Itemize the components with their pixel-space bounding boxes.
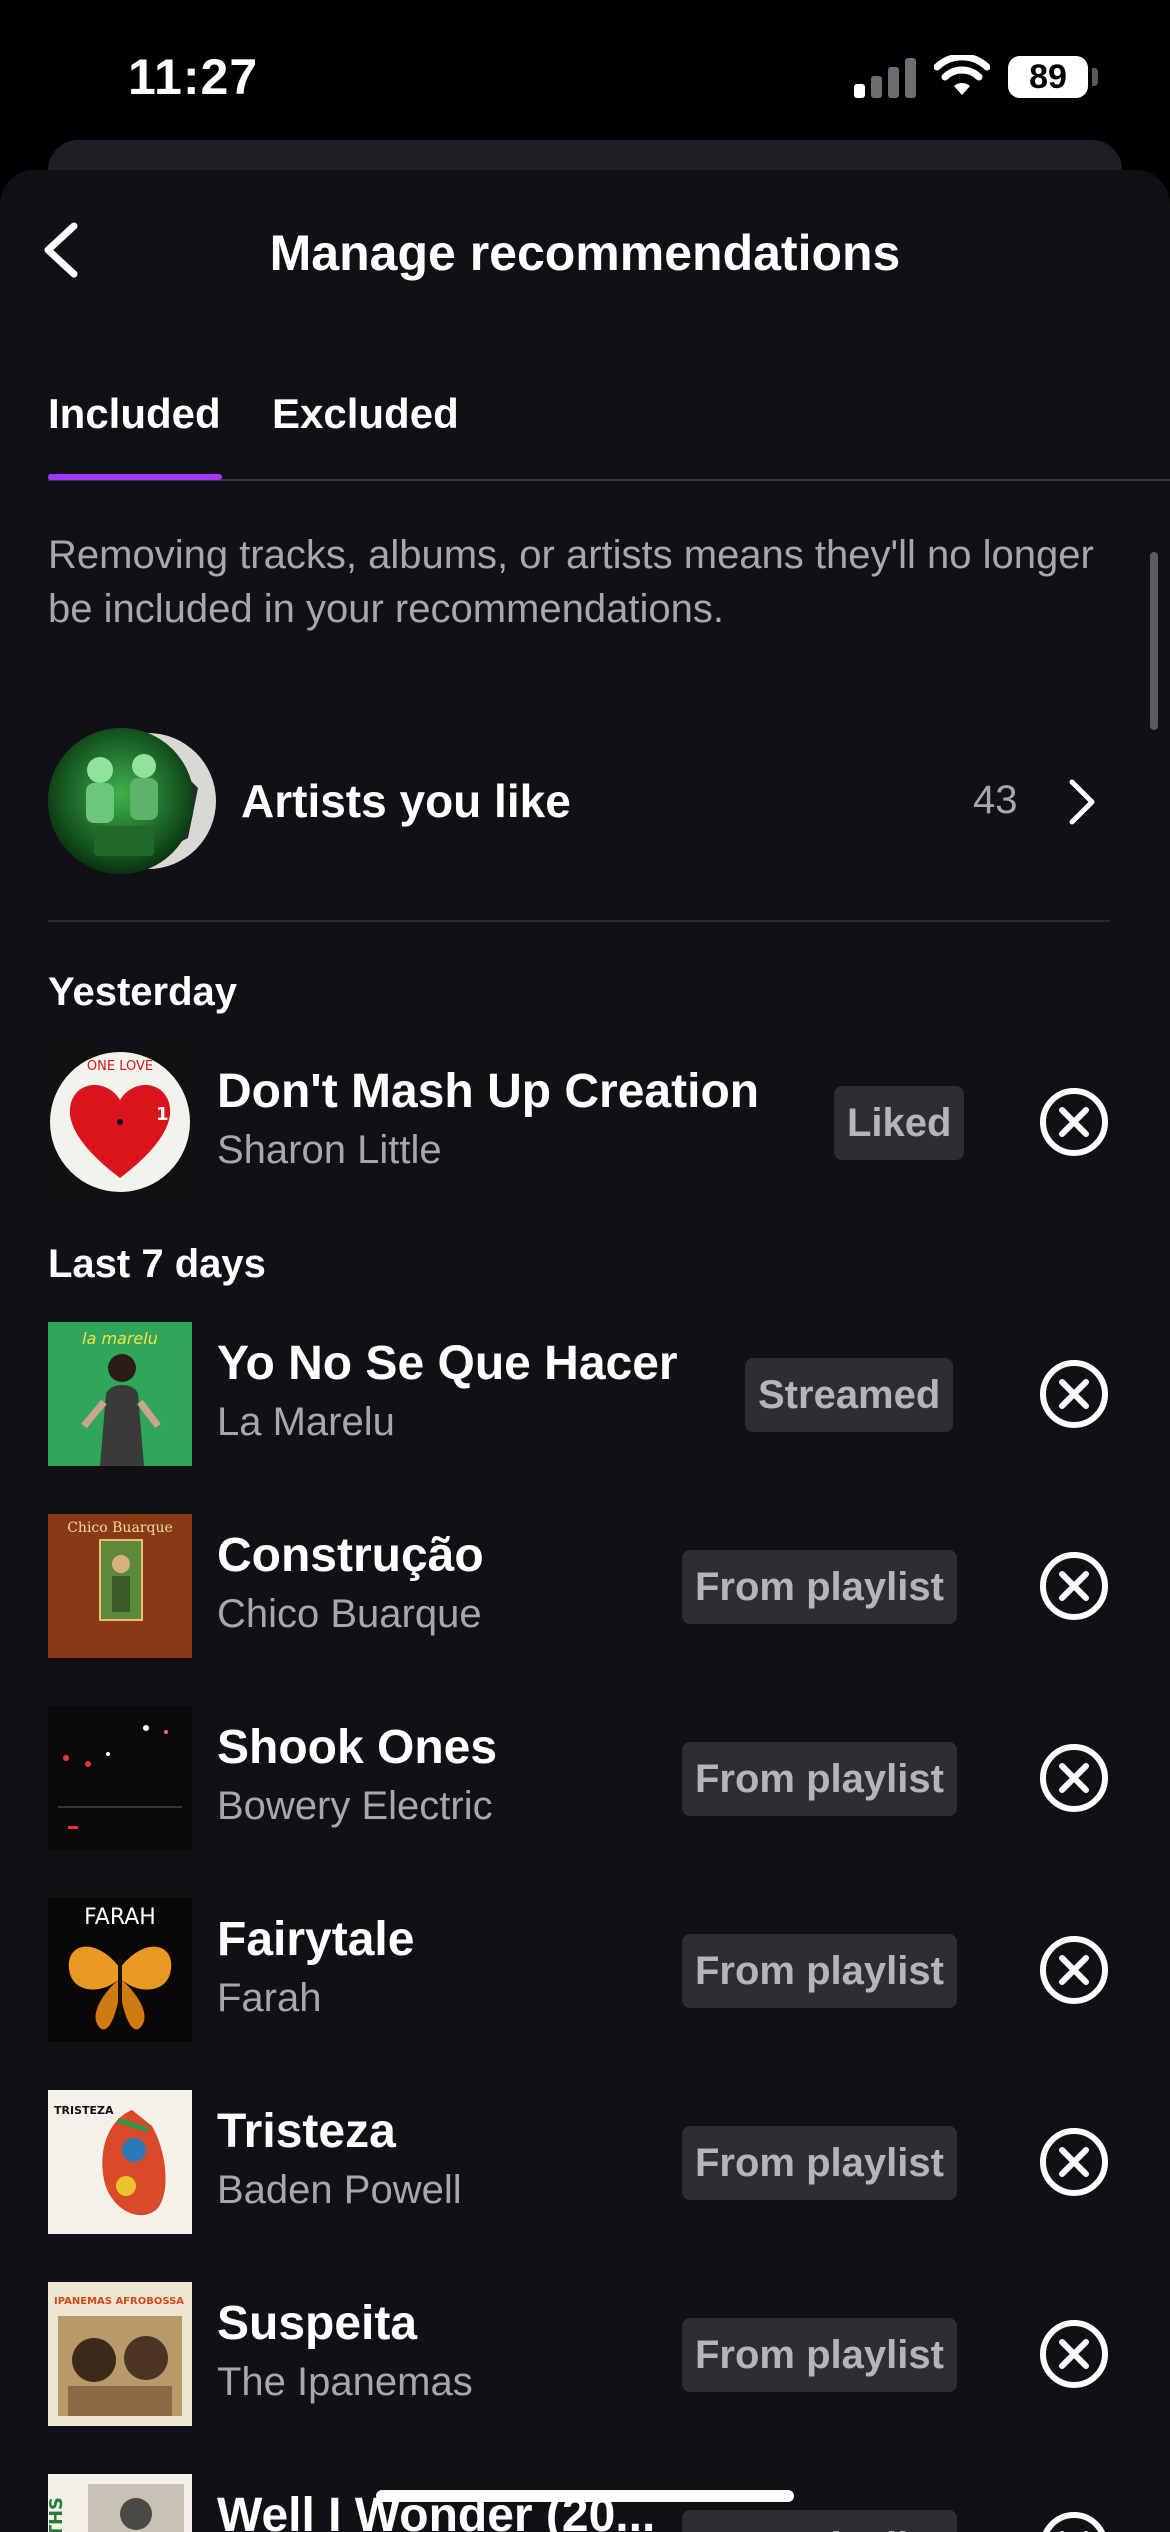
artists-you-like-label: Artists you like bbox=[241, 775, 571, 827]
track-artist: Farah bbox=[217, 1976, 322, 2020]
album-art: Chico Buarque bbox=[48, 1514, 192, 1658]
track-title: Don't Mash Up Creation bbox=[217, 1065, 760, 1118]
remove-circle-x-icon[interactable] bbox=[1038, 1742, 1110, 1814]
source-tag: Liked bbox=[834, 1086, 965, 1160]
album-art-text: FARAH bbox=[84, 1905, 156, 1930]
source-tag: Streamed bbox=[745, 1358, 954, 1432]
album-art: ONE LOVE 1 bbox=[48, 1050, 192, 1194]
album-art-text: la marelu bbox=[82, 1329, 158, 1348]
track-row[interactable]: TRISTEZA Tristeza Baden Powell From play… bbox=[48, 2090, 1122, 2236]
status-bar: 11:27 89 bbox=[0, 0, 1170, 160]
track-title: Suspeita bbox=[217, 2297, 418, 2350]
page-title: Manage recommendations bbox=[269, 225, 901, 281]
source-tag: From playlist bbox=[682, 1550, 957, 1624]
source-tag: From playlist bbox=[682, 1742, 957, 1816]
source-tag: From playlist bbox=[682, 2318, 957, 2392]
track-row[interactable]: ONE LOVE 1 Don't Mash Up Creation Sharon… bbox=[48, 1050, 1122, 1196]
wifi-icon bbox=[934, 55, 990, 95]
album-art: la marelu bbox=[48, 1322, 192, 1466]
track-title: Construção bbox=[217, 1529, 484, 1582]
home-indicator[interactable] bbox=[376, 2490, 794, 2502]
artists-count: 43 bbox=[973, 778, 1018, 822]
track-title: Shook Ones bbox=[217, 1721, 498, 1774]
tab-included[interactable]: Included bbox=[48, 390, 221, 438]
scrollbar[interactable] bbox=[1150, 552, 1158, 730]
section-header-yesterday: Yesterday bbox=[48, 970, 238, 1014]
source-tag: From playlist bbox=[682, 2510, 957, 2532]
tab-excluded[interactable]: Excluded bbox=[272, 390, 459, 438]
album-art-text: IPANEMAS AFROBOSSA bbox=[54, 2296, 184, 2307]
album-art-text: TRISTEZA bbox=[54, 2104, 114, 2117]
album-art: ITHS bbox=[48, 2474, 192, 2532]
remove-circle-x-icon[interactable] bbox=[1038, 1086, 1110, 1158]
source-tag: From playlist bbox=[682, 2126, 957, 2200]
manage-recommendations-sheet: Manage recommendations Included Excluded… bbox=[0, 170, 1170, 2532]
track-row[interactable]: ITHS Well I Wonder (20... From playlist bbox=[48, 2474, 1122, 2532]
battery-tip bbox=[1092, 68, 1098, 86]
cellular-signal-icon bbox=[854, 58, 916, 98]
album-art-text: Chico Buarque bbox=[67, 1520, 173, 1536]
tab-active-indicator bbox=[48, 474, 222, 480]
remove-circle-x-icon[interactable] bbox=[1038, 1550, 1110, 1622]
section-header-last-7-days: Last 7 days bbox=[48, 1242, 266, 1286]
track-artist: Sharon Little bbox=[217, 1128, 442, 1172]
divider bbox=[48, 920, 1110, 922]
album-art: FARAH bbox=[48, 1898, 192, 2042]
track-row[interactable]: Shook Ones Bowery Electric From playlist bbox=[48, 1706, 1122, 1852]
battery-icon: 89 bbox=[1008, 56, 1088, 98]
track-row[interactable]: Chico Buarque Construção Chico Buarque F… bbox=[48, 1514, 1122, 1660]
track-title: Tristeza bbox=[217, 2105, 396, 2158]
track-row[interactable]: FARAH Fairytale Farah From playlist bbox=[48, 1898, 1122, 2044]
album-art bbox=[48, 1706, 192, 1850]
remove-circle-x-icon[interactable] bbox=[1038, 1358, 1110, 1430]
remove-circle-x-icon[interactable] bbox=[1038, 2510, 1110, 2532]
track-artist: The Ipanemas bbox=[217, 2360, 473, 2404]
album-art: IPANEMAS AFROBOSSA bbox=[48, 2282, 192, 2426]
source-tag: From playlist bbox=[682, 1934, 957, 2008]
track-artist: Chico Buarque bbox=[217, 1592, 482, 1636]
header: Manage recommendations bbox=[0, 170, 1170, 340]
svg-text:1: 1 bbox=[156, 1104, 169, 1125]
track-row[interactable]: IPANEMAS AFROBOSSA Suspeita The Ipanemas… bbox=[48, 2282, 1122, 2428]
track-artist: Baden Powell bbox=[217, 2168, 462, 2212]
track-title: Yo No Se Que Hacer bbox=[217, 1337, 678, 1390]
description-text: Removing tracks, albums, or artists mean… bbox=[48, 533, 1094, 631]
album-art-text: ONE LOVE bbox=[87, 1059, 153, 1074]
track-artist: Bowery Electric bbox=[217, 1784, 493, 1828]
album-art: TRISTEZA bbox=[48, 2090, 192, 2234]
tab-bar: Included Excluded bbox=[0, 370, 1170, 480]
chevron-right-icon bbox=[1069, 779, 1095, 825]
track-row[interactable]: la marelu Yo No Se Que Hacer La Marelu S… bbox=[48, 1322, 1122, 1468]
artists-avatar-stack bbox=[48, 728, 216, 874]
remove-circle-x-icon[interactable] bbox=[1038, 2126, 1110, 2198]
artists-you-like-row[interactable]: Artists you like 43 bbox=[48, 728, 1108, 874]
album-art-text: ITHS bbox=[48, 2497, 67, 2532]
track-title: Fairytale bbox=[217, 1913, 415, 1966]
remove-circle-x-icon[interactable] bbox=[1038, 1934, 1110, 2006]
status-time: 11:27 bbox=[128, 49, 259, 105]
remove-circle-x-icon[interactable] bbox=[1038, 2318, 1110, 2390]
track-artist: La Marelu bbox=[217, 1400, 395, 1444]
